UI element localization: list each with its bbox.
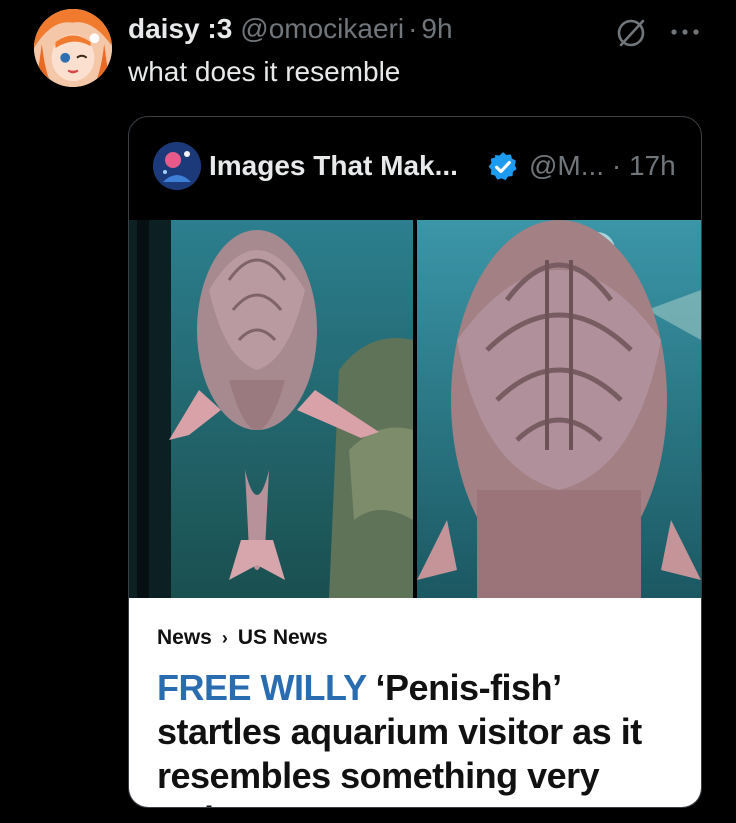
fish-photo-right[interactable]	[417, 220, 701, 598]
quote-time[interactable]: 17h	[629, 150, 676, 181]
quote-tweet-card[interactable]: Images That Mak... @M... · 17h News › US…	[128, 116, 702, 808]
tweet-header: daisy :3 @omocikaeri · 9h	[128, 12, 453, 46]
anime-girl-avatar-icon	[34, 9, 112, 87]
separator-dot: ·	[408, 13, 418, 44]
galaxy-avatar-icon	[153, 142, 201, 190]
display-name[interactable]: daisy :3	[128, 13, 232, 45]
breadcrumb-us-news[interactable]: US News	[238, 626, 328, 650]
breadcrumb-news[interactable]: News	[157, 626, 212, 650]
quote-display-name[interactable]: Images That Mak...	[209, 150, 458, 182]
tweet-time[interactable]: 9h	[421, 13, 452, 45]
article-headline[interactable]: FREE WILLY ‘Penis-fish’ startles aquariu…	[157, 666, 677, 807]
user-avatar[interactable]	[34, 9, 112, 87]
aquarium-fish-closeup-image	[417, 220, 701, 598]
user-handle[interactable]: @omocikaeri	[240, 13, 404, 45]
fish-photo-left[interactable]	[129, 220, 413, 598]
grok-icon[interactable]	[614, 16, 648, 50]
separator-dot: ·	[611, 150, 622, 181]
breadcrumb: News › US News	[157, 626, 328, 650]
tweet-text: what does it resemble	[128, 56, 401, 87]
more-icon[interactable]	[668, 22, 702, 42]
quote-handle-time[interactable]: @M... · 17h	[529, 150, 676, 182]
article-preview[interactable]: News › US News FREE WILLY ‘Penis-fish’ s…	[129, 598, 701, 807]
quote-handle[interactable]: @M...	[529, 150, 604, 181]
aquarium-fish-image	[129, 220, 413, 598]
verified-badge-icon	[488, 152, 517, 181]
quote-avatar[interactable]	[153, 142, 201, 190]
headline-kicker: FREE WILLY	[157, 667, 367, 708]
quote-header: Images That Mak... @M... · 17h	[129, 117, 701, 219]
photo-grid	[129, 220, 701, 598]
chevron-right-icon: ›	[221, 627, 228, 648]
